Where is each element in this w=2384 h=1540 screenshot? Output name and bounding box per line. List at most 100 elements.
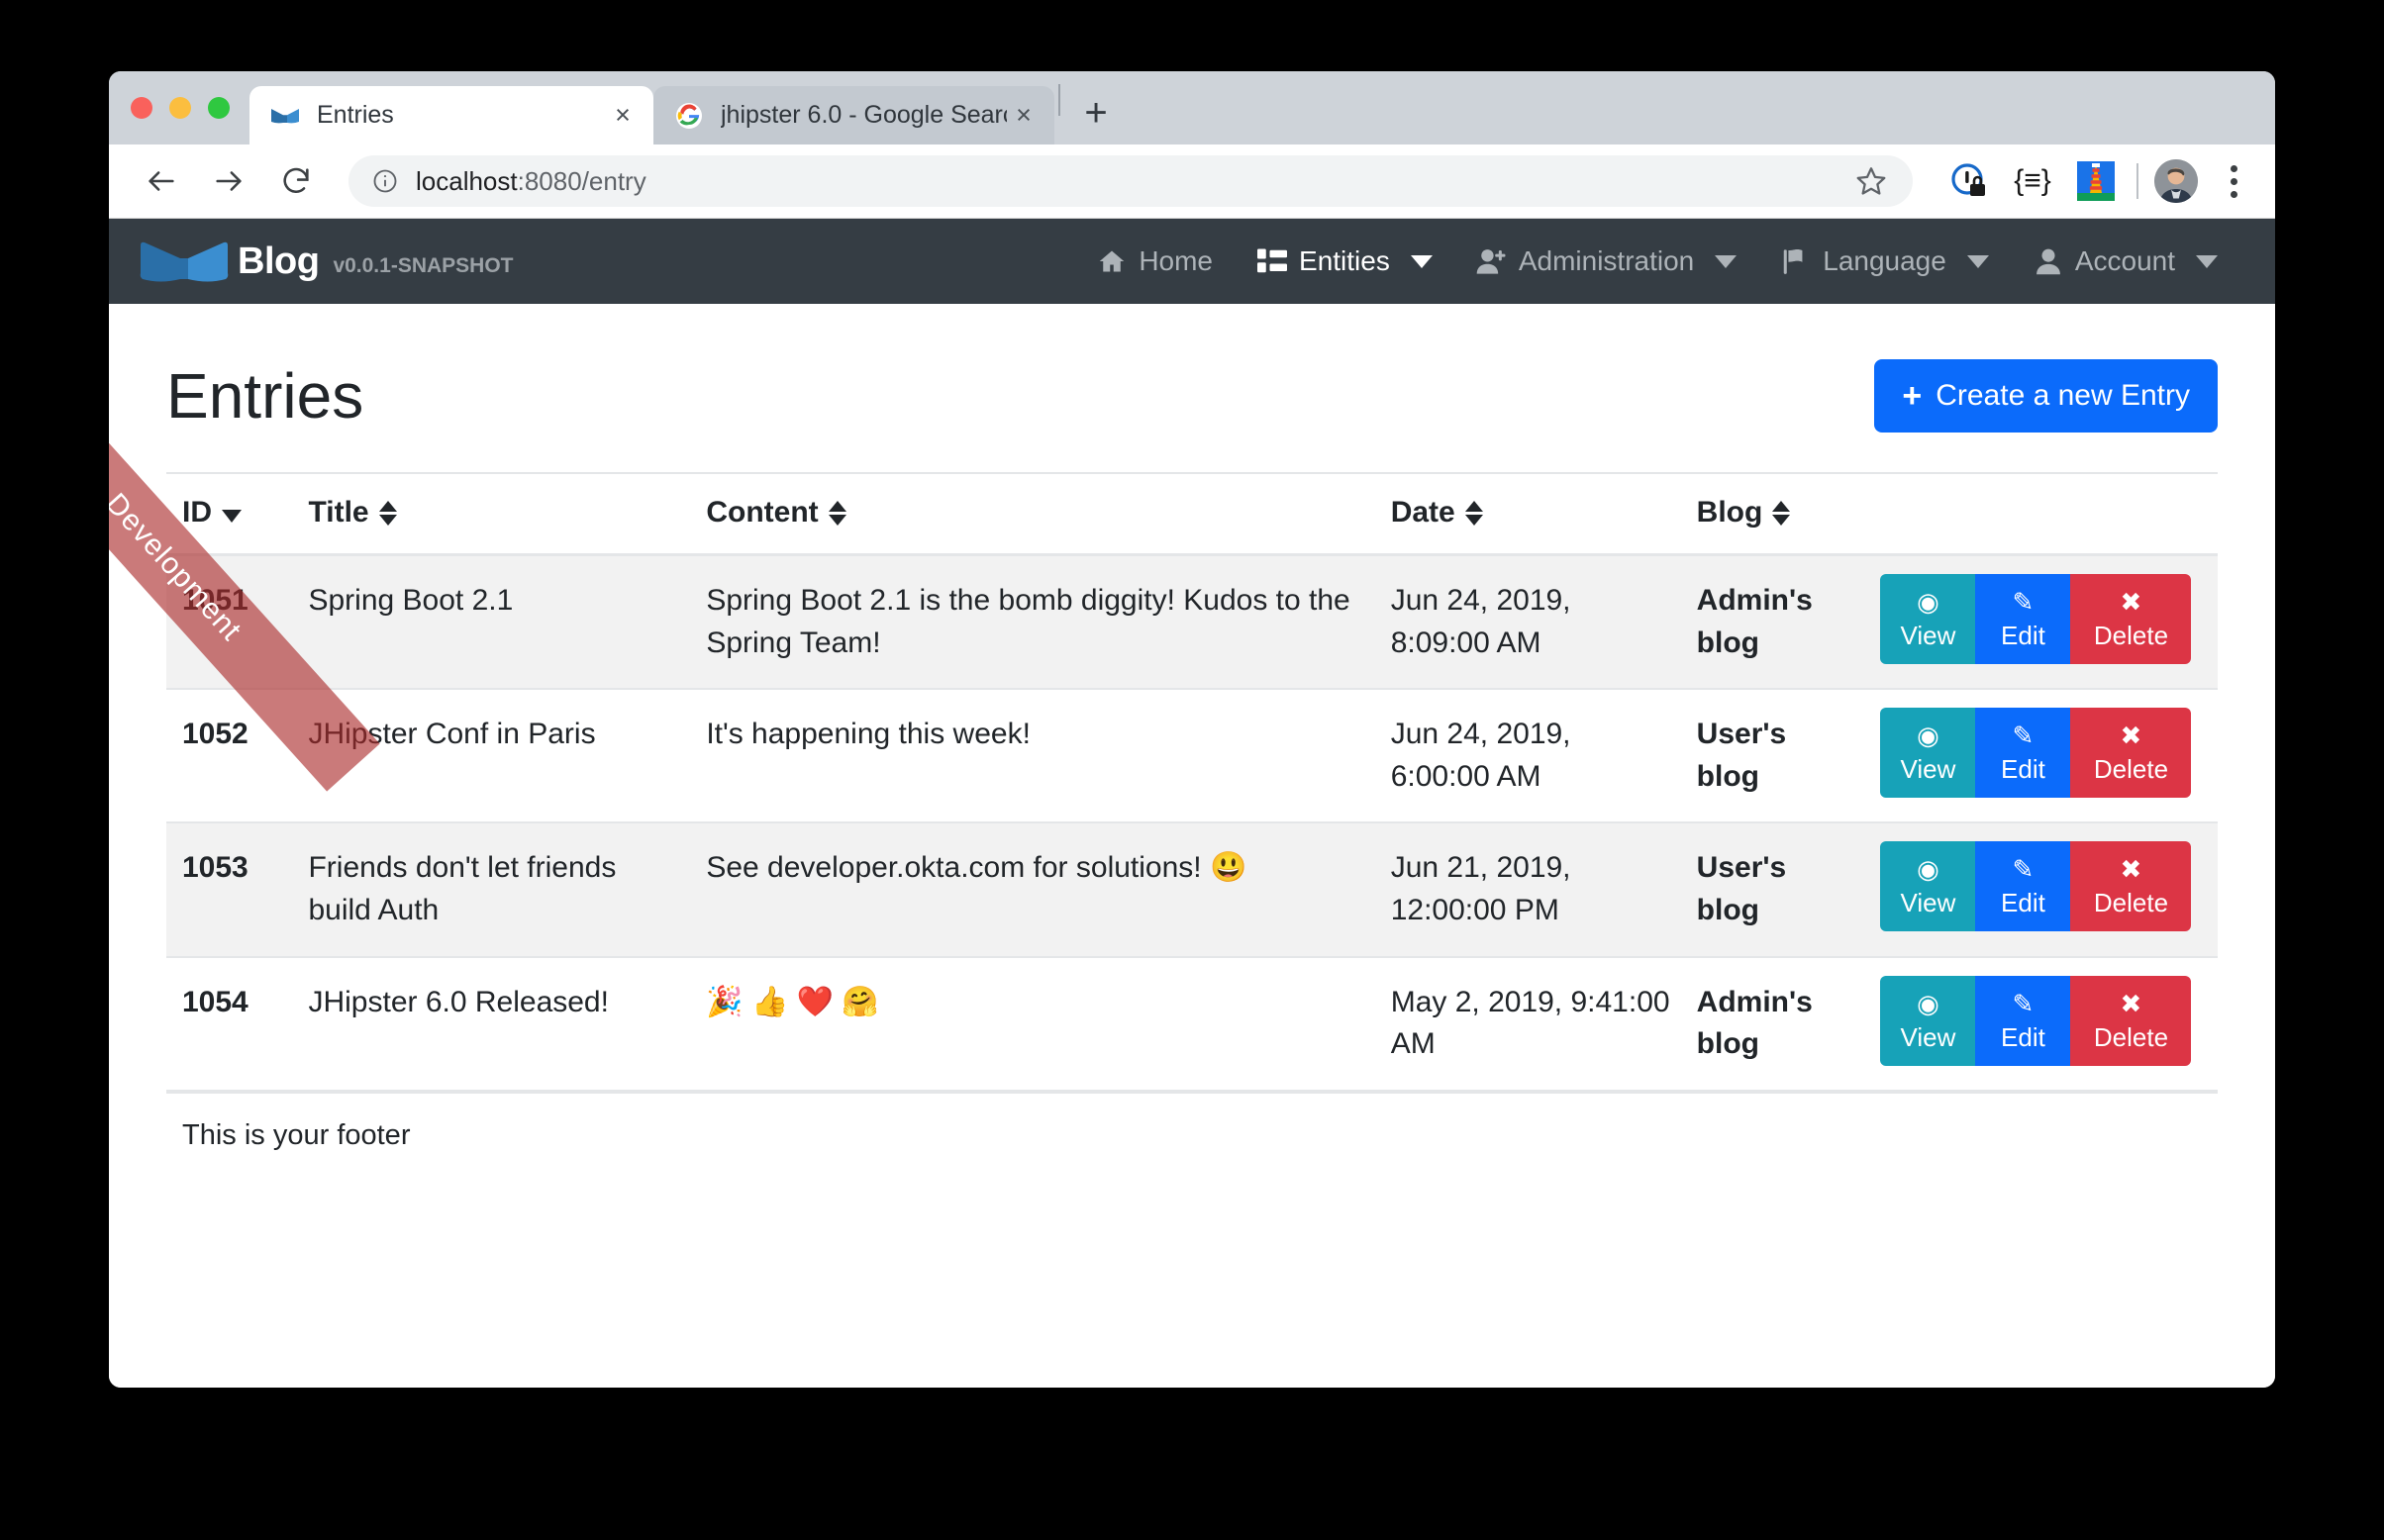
nav-item-label: Entities	[1299, 245, 1390, 277]
view-button[interactable]: ◉ View	[1880, 841, 1975, 931]
cell-id[interactable]: 1054	[166, 957, 292, 1091]
delete-button[interactable]: ✖Delete	[2070, 708, 2191, 798]
avatar[interactable]	[2154, 159, 2198, 203]
pencil-icon: ✎	[2013, 588, 2035, 616]
pencil-icon: ✎	[2013, 855, 2035, 883]
column-header-id[interactable]: ID	[166, 473, 292, 555]
arrow-left-icon[interactable]	[135, 154, 188, 208]
chevron-down-icon	[1411, 255, 1433, 268]
chevron-down-icon	[1967, 255, 1989, 268]
footer-text: This is your footer	[182, 1119, 410, 1151]
url-text: localhost:8080/entry	[416, 166, 646, 197]
cell-blog[interactable]: User's blog	[1681, 822, 1865, 956]
edit-button[interactable]: ✎Edit	[1975, 841, 2070, 931]
edit-button[interactable]: ✎Edit	[1975, 708, 2070, 798]
minimize-window-button[interactable]	[169, 97, 191, 119]
edit-button[interactable]: ✎ Edit	[1975, 574, 2070, 664]
browser-tab-entries[interactable]: Entries ×	[249, 86, 653, 144]
url-input[interactable]: localhost:8080/entry	[348, 155, 1913, 207]
brand-version: v0.0.1-SNAPSHOT	[333, 244, 513, 278]
nav-item-entities[interactable]: Entities	[1235, 236, 1454, 287]
row-action-group: ◉View✎Edit✖Delete	[1880, 708, 2191, 798]
column-header-date[interactable]: Date	[1375, 473, 1681, 555]
nav-item-account[interactable]: Account	[2011, 236, 2239, 287]
home-icon	[1096, 245, 1128, 277]
cell-blog[interactable]: User's blog	[1681, 689, 1865, 822]
nav-item-language[interactable]: Language	[1758, 236, 2011, 287]
table-row: 1051Spring Boot 2.1Spring Boot 2.1 is th…	[166, 555, 2218, 690]
entries-table-head: ID Title	[166, 473, 2218, 555]
delete-label: Delete	[2094, 756, 2168, 782]
delete-label: Delete	[2094, 623, 2168, 648]
cell-content: It's happening this week!	[690, 689, 1374, 822]
cell-blog[interactable]: Admin's blog	[1681, 555, 1865, 690]
cell-date: Jun 24, 2019, 8:09:00 AM	[1375, 555, 1681, 690]
cell-id[interactable]: 1051	[166, 555, 292, 690]
reload-icon[interactable]	[269, 154, 323, 208]
column-header-title[interactable]: Title	[292, 473, 690, 555]
sort-both-icon	[379, 501, 397, 526]
navbar-brand[interactable]: Blog v0.0.1-SNAPSHOT	[139, 234, 514, 289]
url-path: :8080/entry	[518, 166, 646, 196]
eye-icon: ◉	[1917, 855, 1939, 883]
table-header-row: ID Title	[166, 473, 2218, 555]
nav-item-label: Administration	[1519, 245, 1694, 277]
close-icon[interactable]: ×	[606, 99, 640, 133]
delete-button[interactable]: ✖Delete	[2070, 976, 2191, 1066]
google-g-icon	[675, 102, 703, 130]
eye-icon: ◉	[1917, 588, 1939, 616]
column-header-content[interactable]: Content	[690, 473, 1374, 555]
delete-label: Delete	[2094, 890, 2168, 915]
browser-tab-title: jhipster 6.0 - Google Search	[721, 101, 1007, 130]
cell-id[interactable]: 1052	[166, 689, 292, 822]
row-action-group: ◉View✎Edit✖Delete	[1880, 976, 2191, 1066]
new-tab-button[interactable]: +	[1068, 85, 1124, 141]
three-dot-menu-icon[interactable]	[2214, 156, 2253, 206]
tab-divider	[1058, 84, 1060, 116]
cell-blog[interactable]: Admin's blog	[1681, 957, 1865, 1091]
cell-id[interactable]: 1053	[166, 822, 292, 956]
cell-date: Jun 24, 2019, 6:00:00 AM	[1375, 689, 1681, 822]
user-plus-icon	[1476, 245, 1508, 277]
maximize-window-button[interactable]	[208, 97, 230, 119]
lighthouse-extension-icon[interactable]	[2071, 156, 2121, 206]
delete-button[interactable]: ✖Delete	[2070, 574, 2191, 664]
entries-table: ID Title	[166, 472, 2218, 1092]
nav-item-administration[interactable]: Administration	[1454, 236, 1758, 287]
jhipster-bowtie-logo	[139, 234, 230, 289]
cell-title: JHipster Conf in Paris	[292, 689, 690, 822]
browser-tab-google-search[interactable]: jhipster 6.0 - Google Search ×	[653, 86, 1054, 144]
close-window-button[interactable]	[131, 97, 152, 119]
browser-address-bar: localhost:8080/entry {≡}	[109, 144, 2275, 219]
eye-icon: ◉	[1917, 990, 1939, 1017]
page-content: Entries + Create a new Entry	[109, 304, 2275, 1092]
column-header-label: Content	[706, 496, 818, 529]
close-icon[interactable]: ×	[1007, 99, 1041, 133]
bookmark-star-icon[interactable]	[1845, 155, 1897, 207]
info-circle-icon[interactable]	[370, 166, 400, 196]
column-header-blog[interactable]: Blog	[1681, 473, 1865, 555]
view-button[interactable]: ◉View	[1880, 574, 1975, 664]
json-glyph: {≡}	[2014, 164, 2051, 198]
page-title: Entries	[166, 361, 363, 431]
view-button[interactable]: ◉View	[1880, 708, 1975, 798]
times-icon: ✖	[2121, 990, 2142, 1017]
nav-item-home[interactable]: Home	[1074, 236, 1235, 287]
view-label: View	[1901, 890, 1956, 915]
view-button[interactable]: ◉View	[1880, 976, 1975, 1066]
edit-label: Edit	[2001, 756, 2045, 782]
okta-secure-extension-icon[interactable]	[1944, 156, 1994, 206]
json-formatter-extension-icon[interactable]: {≡}	[2008, 156, 2057, 206]
table-row: 1053Friends don't let friends build Auth…	[166, 822, 2218, 956]
create-new-entry-button[interactable]: + Create a new Entry	[1874, 359, 2218, 433]
arrow-right-icon[interactable]	[202, 154, 255, 208]
table-row: 1054JHipster 6.0 Released!🎉 👍 ❤️ 🤗May 2,…	[166, 957, 2218, 1091]
sort-both-icon	[1465, 501, 1483, 526]
delete-button[interactable]: ✖Delete	[2070, 841, 2191, 931]
app-navbar: Blog v0.0.1-SNAPSHOT Home	[109, 219, 2275, 304]
flag-icon	[1780, 245, 1812, 277]
cell-actions: ◉View✎Edit✖Delete	[1864, 689, 2218, 822]
edit-button[interactable]: ✎Edit	[1975, 976, 2070, 1066]
edit-label: Edit	[2001, 623, 2045, 648]
cell-content: Spring Boot 2.1 is the bomb diggity! Kud…	[690, 555, 1374, 690]
